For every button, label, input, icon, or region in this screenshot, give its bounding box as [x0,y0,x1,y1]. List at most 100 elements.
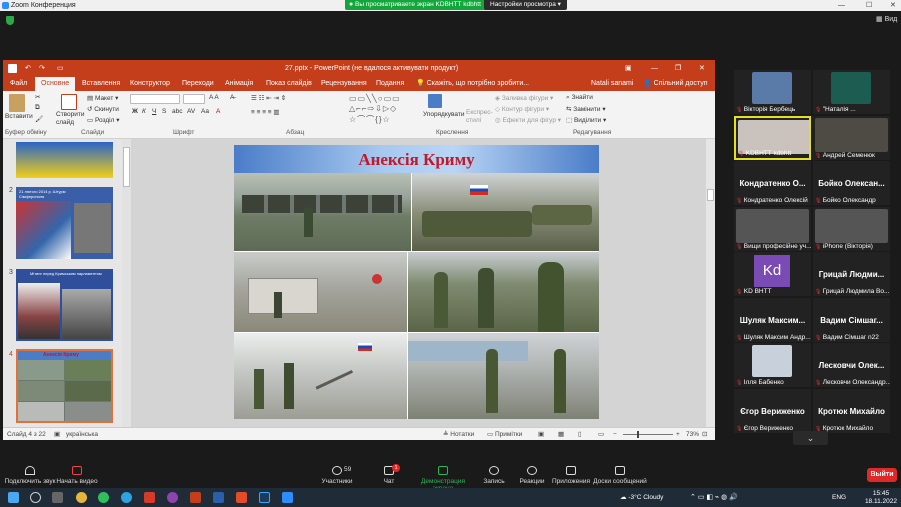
edge-icon[interactable] [121,492,132,503]
participant-tile[interactable]: Лесковчи Олек... 🎙 Лесковчи Олександр... [813,343,890,387]
align-icon[interactable]: ≡ ≡ ≡ ≡ ▥ [251,108,280,116]
participants-button[interactable]: Участники [307,466,367,485]
participant-tile[interactable]: Грицай Людми... 🎙 Грицай Людмила Во... [813,252,890,296]
spellcheck-icon[interactable]: ▣ [54,428,60,441]
share-button[interactable]: 👤 Спільний доступ [643,77,708,91]
leave-button[interactable]: Выйти [867,468,897,482]
tab-insert[interactable]: Вставлення [82,77,120,91]
scroll-thumb[interactable] [707,189,714,201]
pdf-icon[interactable] [236,492,247,503]
new-slide-button[interactable]: Створити слайд [56,111,86,127]
font-name-box[interactable] [130,94,180,104]
start-icon[interactable] [8,492,19,503]
slide-thumbnail-1[interactable] [16,142,113,178]
gallery-next-button[interactable]: ⌄ [793,431,828,445]
zoom-taskbar-icon[interactable] [282,492,293,503]
tray-icons[interactable]: ⌃ ▭ ◧ ⌁ ◍ 🔊 [690,493,738,501]
view-options-button[interactable]: Настройки просмотра ▾ [484,0,567,10]
shapes-gallery[interactable]: ▭▭╲╲○▭▭ [349,94,401,103]
search-icon[interactable] [30,492,41,503]
language-indicator[interactable]: ENG [832,494,846,501]
spacing-icon[interactable]: AV [187,108,195,115]
tab-slideshow[interactable]: Показ слайдів [266,77,312,91]
participant-tile[interactable]: 🎙 "Наталія ... [813,70,890,114]
notes-button[interactable]: ≜ Нотатки [443,428,474,441]
chat-button[interactable]: Чат [359,466,419,485]
tab-review[interactable]: Рецензування [321,77,367,91]
layout-button[interactable]: ▤ Макет ▾ [87,94,118,102]
italic-icon[interactable]: К [142,108,146,115]
slide-thumbnail-4[interactable]: Анексія Криму [16,349,113,423]
slide-scrollbar[interactable] [706,139,715,427]
tab-view[interactable]: Подання [376,77,404,91]
participant-tile[interactable]: 🎙 Ілля Бабенко [734,343,811,387]
undo-icon[interactable]: ↶ [25,60,31,77]
participant-tile[interactable]: 🎙 iPhone (Вікторія) [813,206,890,251]
ppt-close-icon[interactable]: ✕ [699,60,705,77]
slide-thumbnail-3[interactable]: Мітинг перед Кримським парламентом [16,269,113,341]
share-banner[interactable]: ● Вы просматриваете экран KDBHTT kdbhtt [345,0,487,10]
task-view-icon[interactable] [52,492,63,503]
underline-icon[interactable]: Ч [152,108,156,115]
ppt-minimize-icon[interactable]: — [651,60,658,77]
arrange-icon[interactable] [428,94,442,108]
gallery-view-button[interactable]: ▦ Вид [876,15,897,23]
tab-file[interactable]: Файл [10,77,27,91]
zoom-slider[interactable] [623,434,673,435]
shapes-gallery-row2[interactable]: △⌐⌐⇨⇩▷◇ [349,104,397,113]
shape-effects-button[interactable]: ◎ Ефекти для фігур ▾ [495,116,561,124]
tab-animations[interactable]: Анімація [225,77,253,91]
font-size-box[interactable] [183,94,205,104]
find-button[interactable]: ⌕ Знайти [566,94,593,102]
participant-tile[interactable]: Бойко Олексан... 🎙 Бойко Олександр [813,161,890,205]
maximize-icon[interactable]: ☐ [866,0,872,11]
reading-view-icon[interactable]: ▯ [578,428,582,441]
chrome-icon[interactable] [76,492,87,503]
zoom-in-icon[interactable]: + [676,428,680,441]
grow-font-icon[interactable]: A A [209,94,219,101]
zoom-out-icon[interactable]: − [613,428,617,441]
shadow-icon[interactable]: S [162,108,166,115]
case-icon[interactable]: Aa [201,108,209,115]
replace-button[interactable]: ⇆ Замінити ▾ [566,105,606,113]
participant-tile[interactable]: Кротюк Михайло 🎙 Кротюк Михайло [813,388,890,433]
slideshow-view-icon[interactable]: ▭ [598,428,604,441]
photoshop-icon[interactable] [259,492,270,503]
whiteboard-button[interactable]: Доски сообщений [590,466,650,485]
scroll-thumb[interactable] [123,147,130,187]
quick-styles-button[interactable]: Експрес-стилі [466,109,496,125]
shape-fill-button[interactable]: ◈ Заливка фігури ▾ [495,94,553,102]
tab-design[interactable]: Конструктор [130,77,170,91]
office-icon[interactable] [144,492,155,503]
reset-button[interactable]: ↺ Скинути [87,105,119,113]
tell-me-box[interactable]: 💡 Скажіть, що потрібно зробити... [416,77,529,91]
start-video-button[interactable]: Начать видео [47,466,107,485]
tab-transitions[interactable]: Переходи [182,77,214,91]
participant-tile[interactable]: 🎙 Вищи професійне уч... [734,206,811,251]
viber-icon[interactable] [167,492,178,503]
weather-widget[interactable]: ☁ -3°C Cloudy [620,493,663,501]
current-slide[interactable]: Анексія Криму [234,145,599,419]
paste-button[interactable]: Вставити [5,113,33,120]
save-icon[interactable] [8,64,17,73]
comments-button[interactable]: ▭ Примітки [487,428,522,441]
new-slide-icon[interactable] [61,94,77,110]
ppt-restore-icon[interactable]: ❐ [675,60,681,77]
security-shield-icon[interactable] [6,16,14,25]
ribbon-options-icon[interactable]: ▣ [625,60,632,77]
participant-tile[interactable]: Kd 🎙 KD ВНТТ [734,252,811,296]
participant-tile[interactable]: 🎙 Андрей Семенюк [813,115,890,160]
shape-outline-button[interactable]: ◇ Контур фігури ▾ [495,105,549,113]
participant-tile[interactable]: Єгор Вериженко 🎙 Єгор Вериженко [734,388,811,433]
participant-tile[interactable]: 🎙 Вікторія Бербець [734,70,811,114]
zoom-level[interactable]: 73% [686,428,699,441]
font-color-icon[interactable]: A [216,108,220,115]
participant-tile[interactable]: Вадим Сімшаг... 🎙 Вадим Сімшаг n22 [813,297,890,342]
word-icon[interactable] [213,492,224,503]
user-name[interactable]: Natali sanami [591,77,633,91]
whatsapp-icon[interactable] [98,492,109,503]
slide-thumbnail-2[interactable]: 21 лютого 2014 р. Штурм Сімферополя [16,187,113,259]
bold-icon[interactable]: Ж [132,108,138,115]
arrange-button[interactable]: Упорядкувати [423,111,464,118]
powerpoint-icon[interactable] [190,492,201,503]
